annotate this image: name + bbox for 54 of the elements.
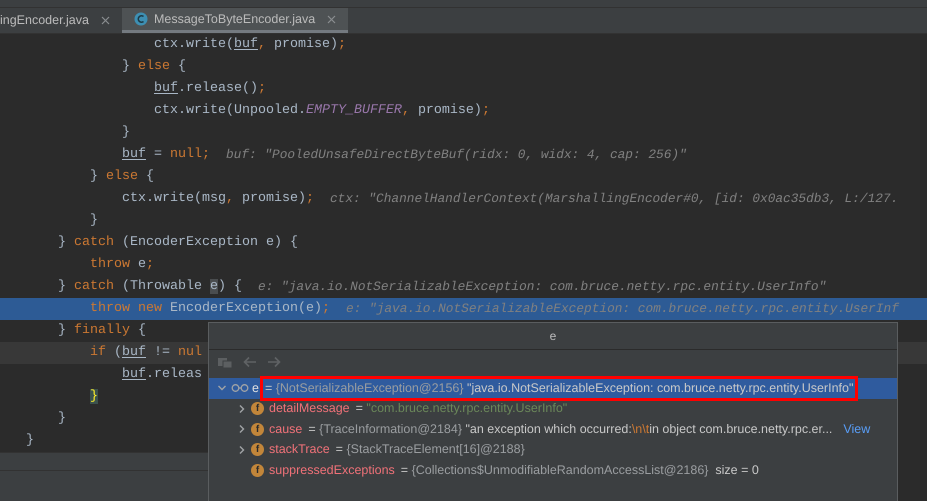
variable-value: = {StackTraceElement[16]@2188}	[334, 441, 526, 458]
code-line: } catch (EncoderException e) {	[57, 234, 298, 252]
variable-name: e	[252, 380, 259, 397]
popup-title: e	[209, 323, 897, 350]
code-line: buf = null;	[120, 146, 210, 164]
code-line: } finally {	[57, 322, 146, 340]
view-link[interactable]: View	[843, 420, 870, 439]
code-line: buf.release();	[152, 80, 266, 98]
variable-name: stackTrace	[269, 441, 330, 458]
code-line: }	[89, 212, 98, 230]
code-line: ctx.write(msg, promise);	[120, 190, 314, 208]
code-line: } catch (Throwable e) {	[57, 278, 242, 296]
code-line: if (buf != nul	[89, 344, 202, 362]
inline-value-hint: e: "java.io.NotSerializableException: com.bruce.netty.rpc.entity.UserInf	[346, 300, 899, 318]
code-line: throw e;	[89, 256, 154, 274]
variable-value: = {Collections$UnmodifiableRandomAccessList@2186} size = 0	[400, 462, 760, 479]
tree-row[interactable]: f cause = {TraceInformation@2184} "an exception which occurred:\n\tin object com.bruce.netty.rpc.er... View	[209, 419, 897, 440]
back-arrow-icon	[243, 356, 257, 368]
code-line: ctx.write(Unpooled.EMPTY_BUFFER, promise);	[152, 102, 490, 120]
inline-value-hint: buf: "PooledUnsafeDirectByteBuf(ridx: 0, widx: 4, cap: 256)"	[226, 146, 687, 164]
variable-name: suppressedExceptions	[269, 462, 395, 479]
tree-row[interactable]: f stackTrace = {StackTraceElement[16]@2188}	[209, 440, 897, 460]
chevron-right-icon[interactable]	[237, 444, 247, 455]
variable-name: cause	[269, 420, 302, 438]
field-icon: f	[251, 402, 264, 416]
variable-value: = {TraceInformation@2184} "an exception which occurred:\n\tin object com.bruce.netty.rpc.er...	[307, 420, 834, 438]
inline-value-hint: e: "java.io.NotSerializableException: com.bruce.netty.rpc.entity.UserInfo"	[258, 278, 826, 296]
editor-tab[interactable]: MessageToByteEncoder.java	[122, 8, 348, 33]
field-icon: f	[251, 443, 264, 456]
chevron-right-icon[interactable]	[237, 404, 247, 414]
close-icon	[327, 14, 336, 24]
tree-row[interactable]: f detailMessage = "com.bruce.netty.rpc.entity.UserInfo"	[209, 398, 897, 419]
code-line: } else {	[89, 168, 154, 186]
class-icon	[134, 12, 148, 26]
field-icon: f	[251, 464, 264, 477]
forward-arrow-icon	[267, 356, 281, 368]
field-icon: f	[251, 422, 264, 436]
variable-value: = {NotSerializableException@2156} "java.io.NotSerializableException: com.bruce.netty.rpc.entity.UserInfo"	[260, 376, 858, 401]
glasses-icon	[231, 383, 249, 394]
close-icon	[100, 16, 110, 25]
frames-icon	[217, 355, 233, 369]
tree-row-selected[interactable]: e = {NotSerializableException@2156} "java.io.NotSerializableException: com.bruce.netty.rpc.entity.UserInfo"	[209, 378, 897, 398]
chevron-right-icon[interactable]	[237, 424, 247, 434]
variable-name: detailMessage	[269, 400, 350, 418]
variable-value: = "com.bruce.netty.rpc.entity.UserInfo"	[354, 400, 568, 418]
code-line: }	[26, 432, 34, 450]
code-line: throw new EncoderException(e);	[89, 300, 330, 318]
inline-value-hint: ctx: "ChannelHandlerContext(MarshallingEncoder#0, [id: 0x0ac35db3, L:/127.	[330, 190, 898, 208]
code-line: }	[57, 410, 66, 428]
code-line: } else {	[120, 58, 186, 76]
code-line: }	[120, 124, 130, 142]
code-line: buf.releas	[120, 366, 202, 384]
tree-row[interactable]: f suppressedExceptions = {Collections$UnmodifiableRandomAccessList@2186} size = 0	[209, 460, 897, 480]
code-line: ctx.write(buf, promise);	[152, 36, 346, 54]
